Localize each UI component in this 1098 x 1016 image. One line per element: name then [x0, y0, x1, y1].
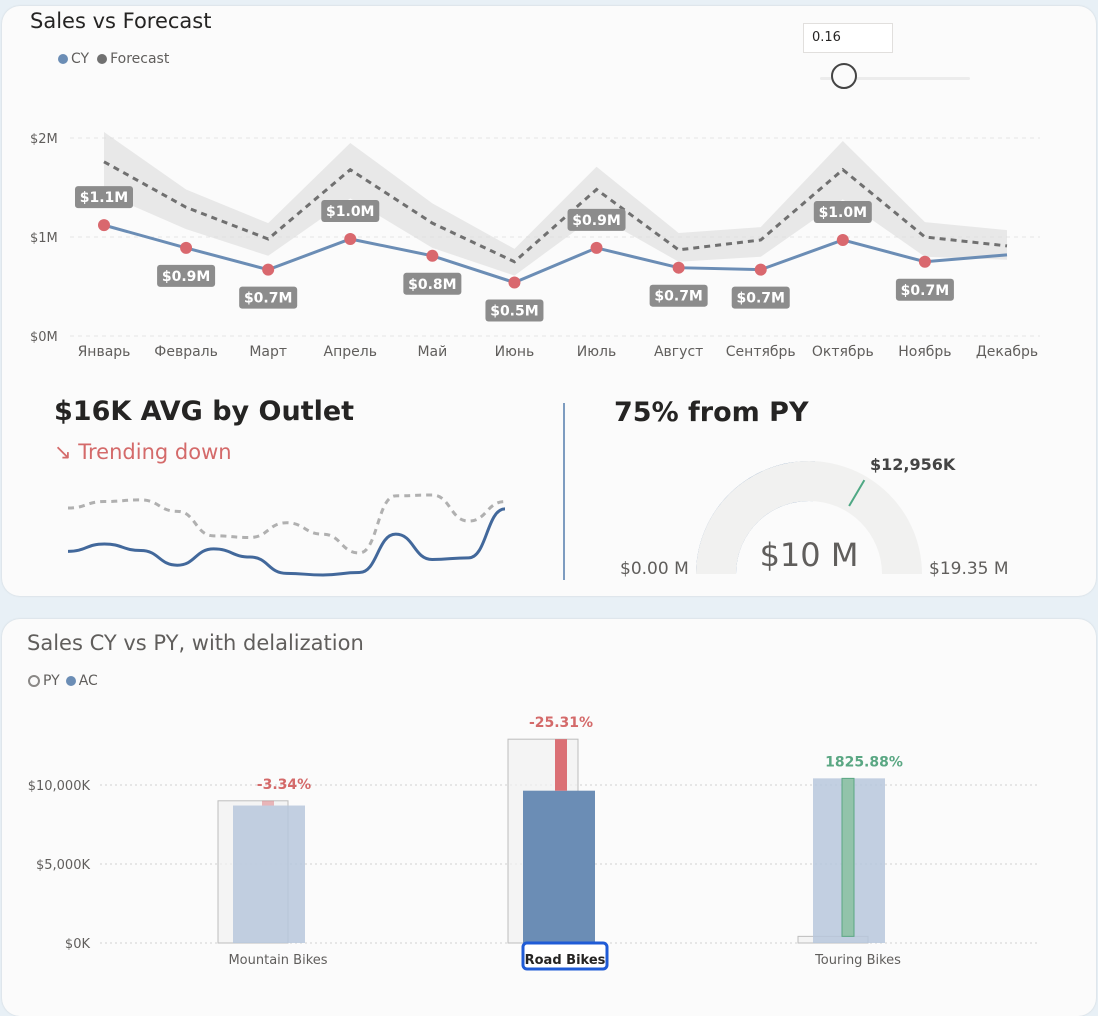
- cy-point: [672, 261, 685, 274]
- x-tick-label: Road Bikes: [525, 953, 606, 968]
- cy-point: [344, 232, 357, 245]
- gauge-value-label: $10 M: [760, 536, 859, 574]
- y-tick-label: $0M: [30, 330, 58, 345]
- cy-data-label: $0.5M: [490, 304, 538, 320]
- cy-data-label: $0.9M: [162, 269, 210, 285]
- x-tick-label: Январь: [78, 344, 131, 360]
- variance-label: -25.31%: [529, 715, 593, 731]
- cy-point: [836, 233, 849, 246]
- cy-point: [98, 219, 110, 232]
- sales-forecast-chart: $0M $1M $2M Январь Февраль Март Апрель Май Июнь И…: [30, 132, 1040, 360]
- y-tick-label: $1M: [30, 231, 58, 246]
- gauge-min-label: $0.00 M: [620, 559, 689, 579]
- variance-bar: [555, 739, 567, 791]
- variance-bar: [841, 777, 855, 937]
- variance-label: -3.34%: [257, 777, 311, 793]
- x-tick-label: Октябрь: [812, 344, 874, 360]
- ac-bar: [233, 805, 305, 943]
- x-tick-label: Сентябрь: [726, 344, 796, 360]
- y-tick-label: $5,000K: [36, 858, 90, 873]
- kpi-trend-text: ↘ Trending down: [54, 440, 232, 464]
- x-tick-label: Август: [654, 344, 703, 360]
- cy-data-label: $0.9M: [572, 213, 620, 229]
- x-tick-label: Июнь: [495, 344, 535, 360]
- py-legend-marker: [28, 675, 40, 687]
- x-tick-label: Март: [249, 344, 287, 360]
- ac-legend-dot: [65, 676, 76, 686]
- sales-cy-py-chart: $0K $5,000K $10,000K -3.34% Mountain Bikes -2…: [28, 715, 1040, 971]
- gauge-target-label: $12,956K: [870, 455, 956, 474]
- x-tick-label: Май: [417, 344, 447, 360]
- variance-label: 1825.88%: [825, 754, 903, 770]
- y-tick-label: $2M: [30, 132, 58, 147]
- cy-point: [508, 276, 521, 289]
- cy-data-label: $1.0M: [819, 205, 867, 221]
- cy-point: [180, 241, 193, 254]
- cy-data-label: $1.1M: [80, 190, 128, 206]
- cy-data-label: $0.8M: [408, 277, 456, 293]
- cy-point: [754, 263, 767, 276]
- ac-legend-label: AC: [78, 673, 98, 689]
- x-tick-label: Touring Bikes: [814, 953, 901, 968]
- variance-bar: [262, 800, 274, 806]
- cy-data-label: $0.7M: [244, 291, 292, 307]
- x-tick-label: Декабрь: [976, 344, 1038, 360]
- cy-data-label: $1.0M: [326, 204, 374, 220]
- x-tick-label: Июль: [577, 344, 616, 360]
- cy-point: [918, 255, 931, 268]
- x-tick-label: Апрель: [324, 344, 377, 360]
- kpi-sparkline: [67, 493, 506, 577]
- x-tick-label: Ноябрь: [898, 344, 951, 360]
- kpi-current-line: [67, 507, 506, 577]
- py-legend-label: PY: [43, 673, 60, 689]
- cy-data-label: $0.7M: [654, 289, 702, 305]
- sales-cy-py-title: Sales CY vs PY, with delalization: [27, 631, 364, 655]
- cy-point: [426, 249, 439, 262]
- ac-bar: [523, 790, 595, 943]
- x-tick-label: Февраль: [154, 344, 218, 360]
- x-tick-label: Mountain Bikes: [228, 953, 327, 968]
- y-tick-label: $0K: [65, 937, 91, 952]
- cy-data-label: $0.7M: [736, 291, 784, 307]
- cy-point: [262, 263, 275, 276]
- cy-point: [590, 241, 603, 254]
- gauge-chart: $0.00 M $19.35 M $10 M $12,956K: [620, 455, 1009, 579]
- gauge-max-label: $19.35 M: [929, 559, 1009, 579]
- kpi-divider: [563, 403, 565, 580]
- sales-cy-py-legend: PY AC: [28, 673, 98, 689]
- kpi-title: $16K AVG by Outlet: [54, 396, 355, 427]
- kpi-previous-line: [67, 493, 506, 555]
- y-tick-label: $10,000K: [28, 779, 91, 794]
- cy-data-label: $0.7M: [901, 283, 949, 299]
- gauge-title: 75% from PY: [614, 397, 809, 428]
